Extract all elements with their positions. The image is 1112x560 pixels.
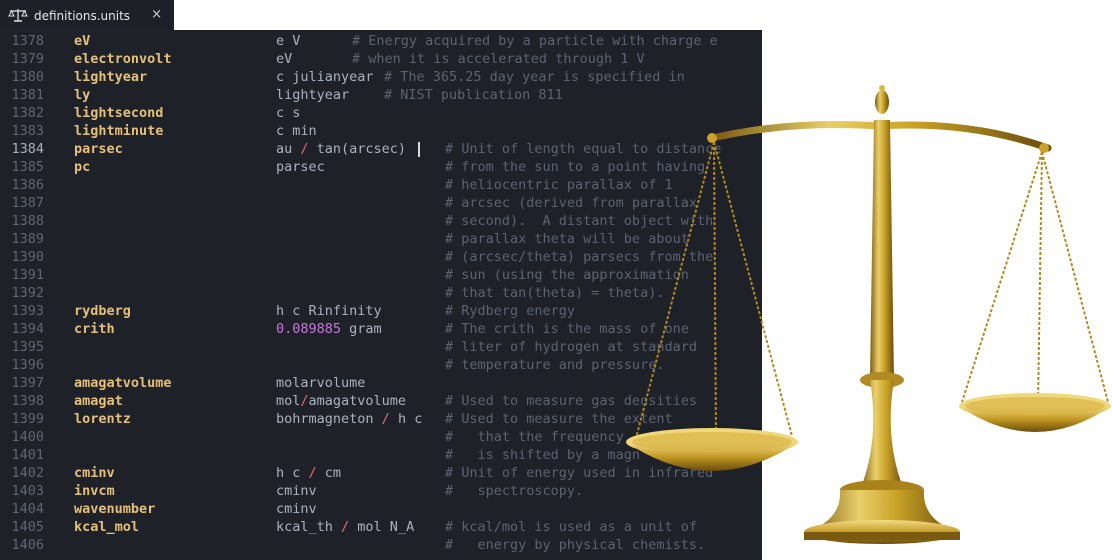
comment: # that the frequency xyxy=(445,429,624,445)
unit-name: lightminute xyxy=(74,123,164,139)
text-cursor xyxy=(418,142,420,157)
unit-name: rydberg xyxy=(74,303,131,319)
code-line[interactable]: 1379 electronvolt eV # when it is accelerat… xyxy=(0,50,762,68)
unit-definition: h c Rinfinity xyxy=(276,303,382,319)
unit-name: crith xyxy=(74,321,115,337)
unit-name: lorentz xyxy=(74,411,131,427)
comment: # when it is accelerated through 1 V xyxy=(352,51,645,67)
line-number: 1392 xyxy=(11,285,44,301)
definition-token: mol xyxy=(276,393,301,409)
unit-name: lightsecond xyxy=(74,105,164,121)
line-number: 1383 xyxy=(11,123,44,139)
unit-name: pc xyxy=(74,159,91,175)
line-number: 1384 xyxy=(11,141,44,157)
unit-definition: au / tan(arcsec) xyxy=(276,140,406,158)
line-number: 1401 xyxy=(11,447,44,463)
unit-definition: 0.089885 gram xyxy=(276,320,382,338)
definition-token: kcal_th xyxy=(276,519,342,535)
unit-name: kcal_mol xyxy=(74,519,140,535)
line-number: 1403 xyxy=(11,483,44,499)
balance-scale-icon xyxy=(626,85,1111,544)
unit-definition: molarvolume xyxy=(276,375,366,391)
definition-token: h c xyxy=(276,465,309,481)
line-number: 1399 xyxy=(11,411,44,427)
comment: # spectroscopy. xyxy=(445,483,584,499)
unit-name: ly xyxy=(74,87,91,103)
unit-name: amagat xyxy=(74,393,123,409)
definition-token: cm xyxy=(316,465,342,481)
unit-definition: c julianyear xyxy=(276,69,374,85)
operator: / xyxy=(341,519,350,535)
unit-name: electronvolt xyxy=(74,51,172,67)
line-number: 1385 xyxy=(11,159,44,175)
line-number: 1386 xyxy=(11,177,44,193)
number-literal: 0.089885 xyxy=(276,321,342,337)
line-number: 1379 xyxy=(11,51,44,67)
close-icon[interactable]: × xyxy=(151,8,162,21)
scales-icon xyxy=(8,9,28,22)
unit-name: eV xyxy=(74,33,91,49)
line-number: 1378 xyxy=(11,33,44,49)
unit-name: cminv xyxy=(74,465,115,481)
line-number: 1405 xyxy=(11,519,44,535)
definition-token: h c xyxy=(389,411,423,427)
operator: / xyxy=(308,465,317,481)
definition-token: bohrmagneton xyxy=(276,411,382,427)
operator: / xyxy=(300,141,309,157)
definition-token: gram xyxy=(341,321,382,337)
unit-definition: e V xyxy=(276,33,301,49)
line-number: 1393 xyxy=(11,303,44,319)
code-line[interactable]: 1378 eV e V # Energy acquired by a particle… xyxy=(0,32,762,50)
unit-name: wavenumber xyxy=(74,501,156,517)
line-number: 1382 xyxy=(11,105,44,121)
unit-name: lightyear xyxy=(74,69,148,85)
unit-definition: h c / cm xyxy=(276,464,341,482)
unit-definition: bohrmagneton / h c xyxy=(276,410,422,428)
unit-definition: cminv xyxy=(276,483,317,499)
unit-name: parsec xyxy=(74,141,123,157)
line-number: 1404 xyxy=(11,501,44,517)
operator: / xyxy=(300,393,309,409)
line-number: 1396 xyxy=(11,357,44,373)
line-number: 1387 xyxy=(11,195,44,211)
line-number: 1402 xyxy=(11,465,44,481)
unit-definition: c min xyxy=(276,123,317,139)
unit-definition: mol/amagatvolume xyxy=(276,392,406,410)
line-number: 1398 xyxy=(11,393,44,409)
line-number: 1400 xyxy=(11,429,44,445)
unit-definition: eV xyxy=(276,51,293,67)
line-number: 1395 xyxy=(11,339,44,355)
line-number: 1406 xyxy=(11,537,44,553)
unit-name: invcm xyxy=(74,483,115,499)
unit-definition: lightyear xyxy=(276,87,350,103)
unit-definition: parsec xyxy=(276,159,325,175)
definition-token: amagatvolume xyxy=(308,393,407,409)
line-number: 1390 xyxy=(11,249,44,265)
tab-definitions-units[interactable]: definitions.units × xyxy=(0,0,174,31)
comment: # Energy acquired by a particle with cha… xyxy=(352,33,718,49)
unit-definition: cminv xyxy=(276,501,317,517)
definition-token: mol N_A xyxy=(349,519,415,535)
line-number: 1388 xyxy=(11,213,44,229)
operator: / xyxy=(381,411,390,427)
line-number: 1394 xyxy=(11,321,44,337)
unit-definition: kcal_th / mol N_A xyxy=(276,518,414,536)
line-number: 1391 xyxy=(11,267,44,283)
comment: # Rydberg energy xyxy=(445,303,576,319)
line-number: 1380 xyxy=(11,69,44,85)
definition-token: au xyxy=(276,141,301,157)
comment: # NIST publication 811 xyxy=(384,87,563,103)
line-number: 1389 xyxy=(11,231,44,247)
unit-definition: c s xyxy=(276,105,301,121)
comment: # is shifted by a magn xyxy=(445,447,641,463)
line-number: 1381 xyxy=(11,87,44,103)
tab-bar: definitions.units × xyxy=(0,0,762,31)
unit-name: amagatvolume xyxy=(74,375,172,391)
line-number: 1397 xyxy=(11,375,44,391)
definition-token: tan(arcsec) xyxy=(308,141,407,157)
tab-title: definitions.units xyxy=(34,9,131,23)
